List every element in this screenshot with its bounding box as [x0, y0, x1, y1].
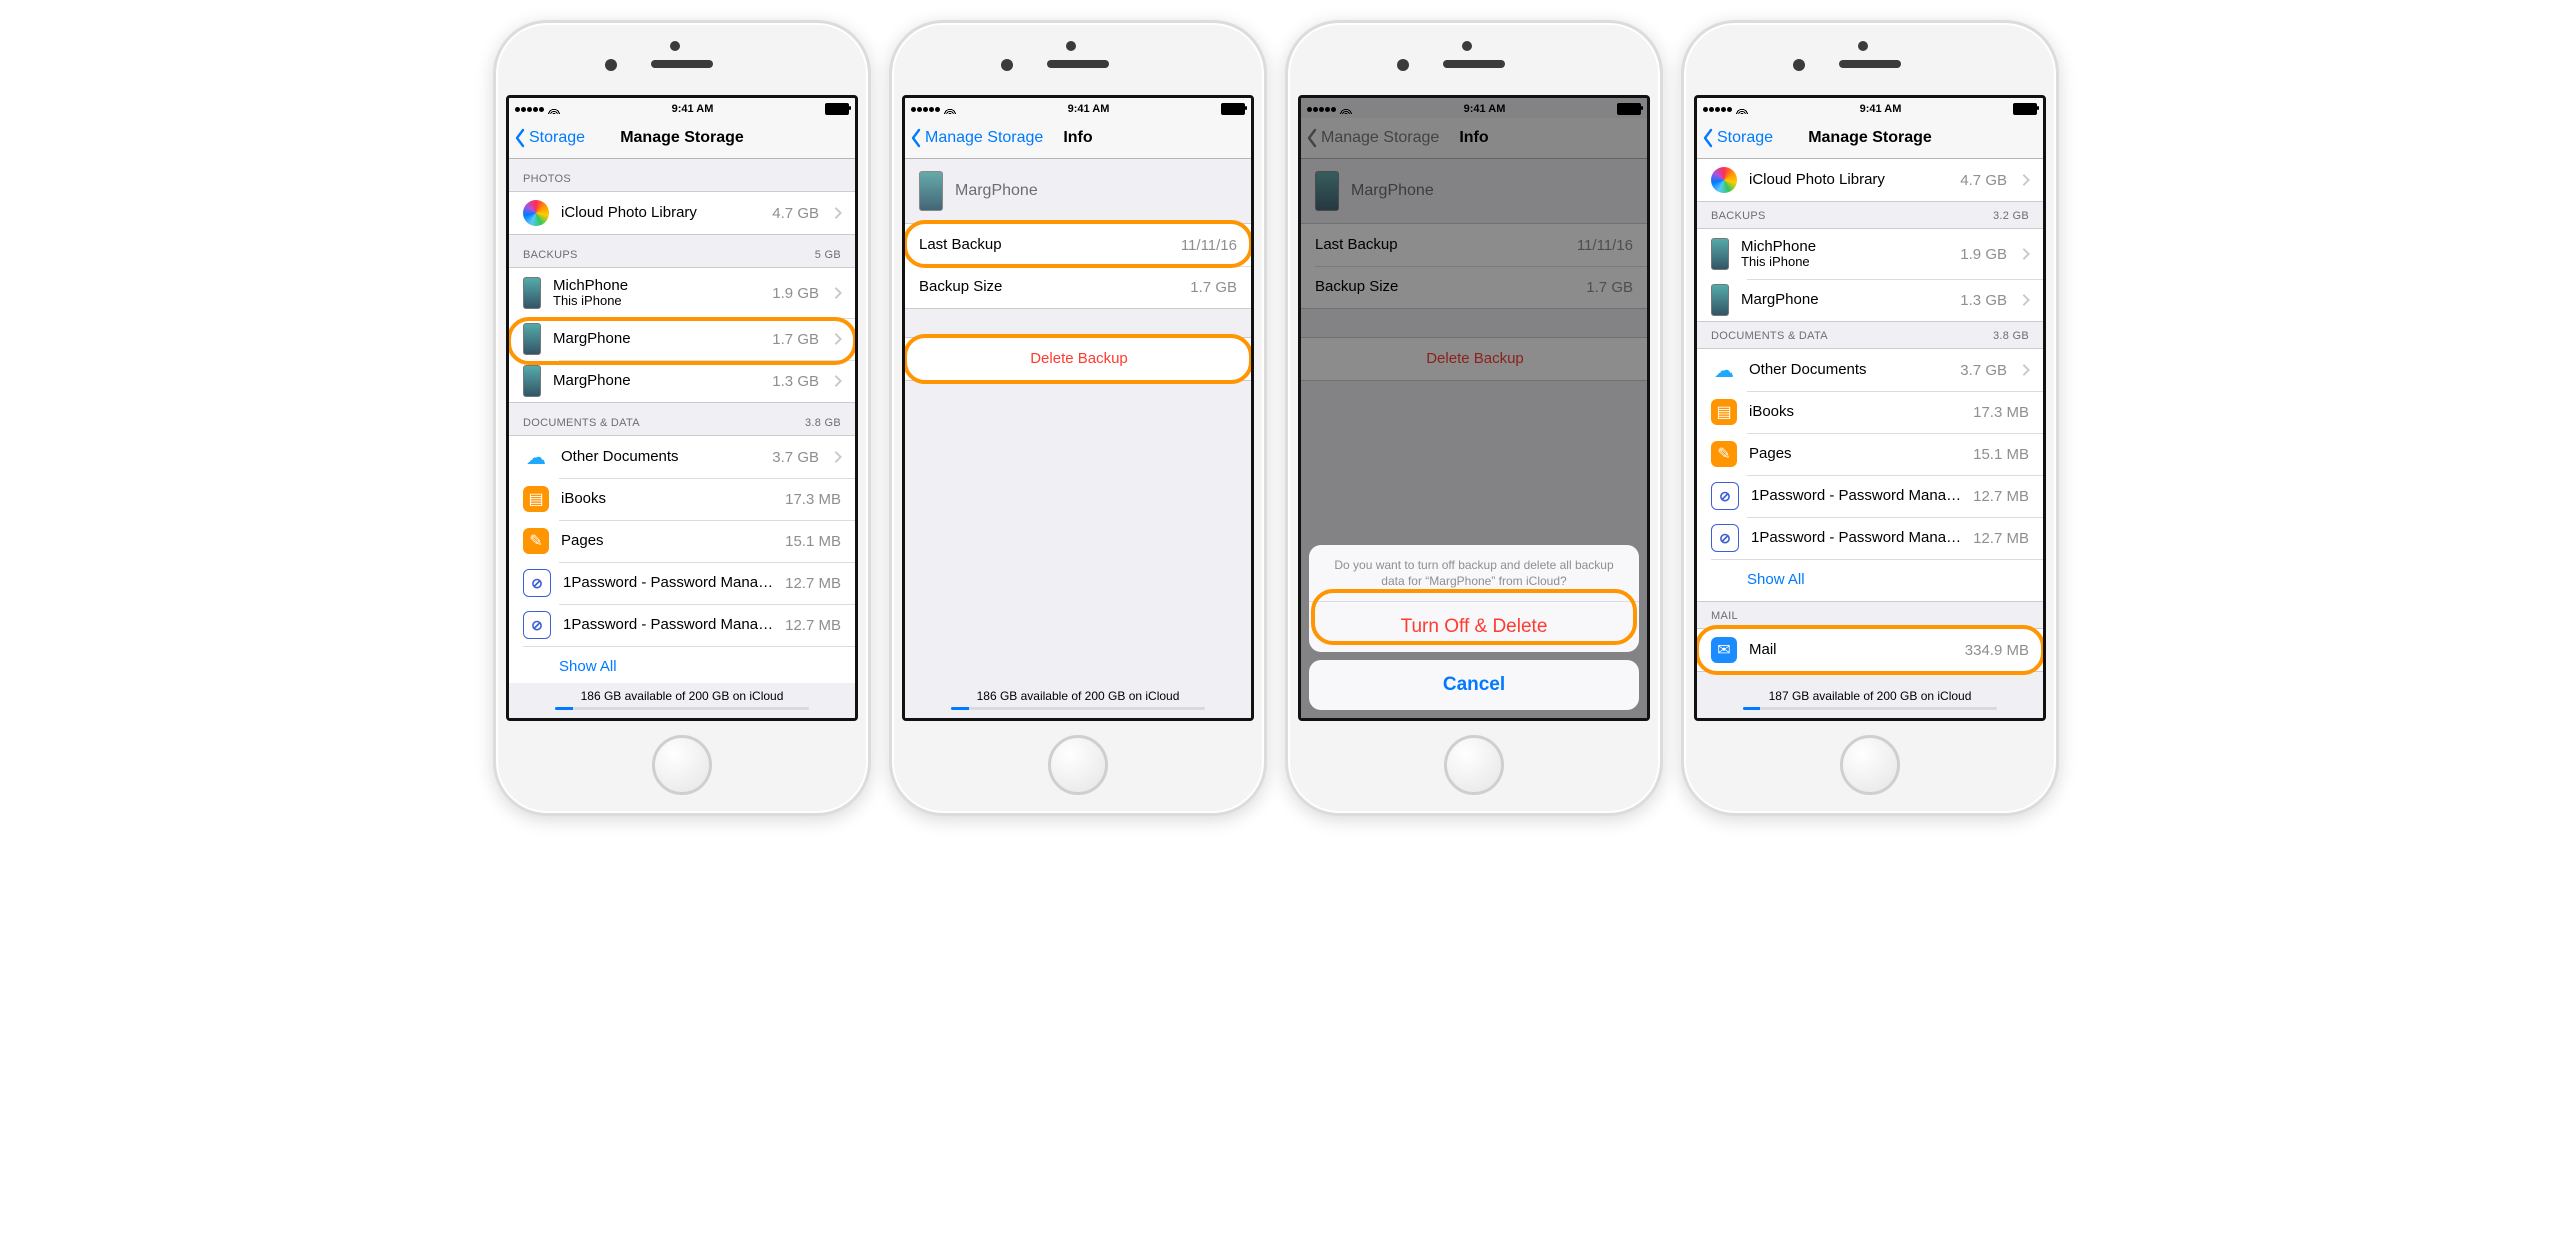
screen-2: 9:41 AM Manage Storage Info MargPhone La… — [902, 95, 1254, 721]
docs-row-pages[interactable]: ✎ Pages 15.1 MB — [509, 520, 855, 562]
row-last-backup: Last Backup 11/11/16 — [905, 224, 1251, 266]
chevron-right-icon — [833, 450, 843, 464]
photos-icon — [523, 200, 549, 226]
docs-row-other[interactable]: ☁ Other Documents 3.7 GB — [509, 436, 855, 478]
backup-row-margphone-1[interactable]: MargPhone 1.7 GB — [509, 318, 855, 360]
onepassword-icon: ⊘ — [523, 611, 551, 639]
section-backups-size: 3.2 GB — [1993, 210, 2029, 222]
phone-icon — [523, 365, 541, 397]
backup-row-michphone[interactable]: MichPhoneThis iPhone 1.9 GB — [509, 268, 855, 318]
row-backup-size: Backup Size 1.7 GB — [905, 266, 1251, 308]
home-button[interactable] — [1444, 735, 1504, 795]
onepassword-icon: ⊘ — [523, 569, 551, 597]
ibooks-icon: ▤ — [1711, 399, 1737, 425]
chevron-left-icon — [1701, 128, 1715, 148]
chevron-right-icon — [833, 206, 843, 220]
backup-row-michphone[interactable]: MichPhoneThis iPhone 1.9 GB — [1697, 229, 2043, 279]
photos-icon — [1711, 167, 1737, 193]
back-button[interactable]: Manage Storage — [909, 118, 1043, 158]
row-icloud-photo-library[interactable]: iCloud Photo Library 4.7 GB — [509, 192, 855, 234]
home-button[interactable] — [1048, 735, 1108, 795]
device-header: MargPhone — [905, 159, 1251, 223]
docs-row-ibooks[interactable]: ▤ iBooks17.3 MB — [1697, 391, 2043, 433]
status-bar: 9:41 AM — [509, 98, 855, 118]
pages-icon: ✎ — [523, 528, 549, 554]
page-title: Manage Storage — [620, 129, 744, 147]
backup-row-margphone[interactable]: MargPhone 1.3 GB — [1697, 279, 2043, 321]
docs-row-1password-a[interactable]: ⊘ 1Password - Password Manager an...12.7… — [1697, 475, 2043, 517]
content-1: PHOTOS iCloud Photo Library 4.7 GB BACKU… — [509, 159, 855, 718]
docs-row-ibooks[interactable]: ▤ iBooks 17.3 MB — [509, 478, 855, 520]
backup-row-margphone-2[interactable]: MargPhone 1.3 GB — [509, 360, 855, 402]
status-bar: 9:41 AM — [905, 98, 1251, 118]
section-docs-size: 3.8 GB — [805, 417, 841, 429]
back-button[interactable]: Storage — [1701, 118, 1773, 158]
sheet-message: Do you want to turn off backup and delet… — [1309, 545, 1639, 602]
section-backups-header: BACKUPS — [523, 249, 578, 261]
phone-icon — [1711, 284, 1729, 316]
docs-row-pages[interactable]: ✎ Pages15.1 MB — [1697, 433, 2043, 475]
status-time: 9:41 AM — [672, 103, 714, 115]
status-time: 9:41 AM — [1068, 103, 1110, 115]
docs-row-1password-b[interactable]: ⊘ 1Password - Password Manager an...12.7… — [1697, 517, 2043, 559]
section-photos-header: PHOTOS — [523, 173, 571, 185]
storage-footer: 187 GB available of 200 GB on iCloud — [1697, 683, 2043, 718]
device-frame-2: 9:41 AM Manage Storage Info MargPhone La… — [889, 20, 1267, 816]
home-button[interactable] — [652, 735, 712, 795]
cancel-button[interactable]: Cancel — [1309, 660, 1639, 710]
device-frame-1: 9:41 AM Storage Manage Storage PHOTOS iC… — [493, 20, 871, 816]
chevron-left-icon — [513, 128, 527, 148]
section-docs-header: DOCUMENTS & DATA — [523, 417, 640, 429]
phone-icon — [1711, 238, 1729, 270]
cloud-icon: ☁ — [523, 444, 549, 470]
page-title: Info — [1063, 129, 1092, 147]
device-frame-3: 9:41 AM Manage Storage Info MargPhone La… — [1285, 20, 1663, 816]
row-icloud-photo-library[interactable]: iCloud Photo Library 4.7 GB — [1697, 159, 2043, 201]
docs-row-1password-a[interactable]: ⊘ 1Password - Password Manager an... 12.… — [509, 562, 855, 604]
phone-icon — [523, 277, 541, 309]
signal-icon — [515, 103, 545, 115]
battery-icon — [825, 103, 849, 115]
delete-backup-button[interactable]: Delete Backup — [905, 338, 1251, 380]
storage-footer: 186 GB available of 200 GB on iCloud — [509, 683, 855, 718]
screen-3: 9:41 AM Manage Storage Info MargPhone La… — [1298, 95, 1650, 721]
chevron-left-icon — [909, 128, 923, 148]
show-all-button[interactable]: Show All — [509, 646, 855, 688]
pages-icon: ✎ — [1711, 441, 1737, 467]
chevron-right-icon — [833, 332, 843, 346]
mail-icon: ✉ — [1711, 637, 1737, 663]
section-backups-header: BACKUPS — [1711, 210, 1766, 222]
cloud-icon: ☁ — [1711, 357, 1737, 383]
device-frame-4: 9:41 AM Storage Manage Storage iCloud Ph… — [1681, 20, 2059, 816]
chevron-right-icon — [833, 286, 843, 300]
docs-row-1password-b[interactable]: ⊘ 1Password - Password Manager an... 12.… — [509, 604, 855, 646]
chevron-right-icon — [2021, 173, 2031, 187]
storage-footer: 186 GB available of 200 GB on iCloud — [905, 683, 1251, 718]
wifi-icon — [548, 105, 560, 114]
status-time: 9:41 AM — [1860, 103, 1902, 115]
phone-icon — [919, 171, 943, 211]
mail-row[interactable]: ✉ Mail 334.9 MB — [1697, 629, 2043, 671]
docs-row-other[interactable]: ☁ Other Documents3.7 GB — [1697, 349, 2043, 391]
chevron-right-icon — [2021, 247, 2031, 261]
phone-icon — [523, 323, 541, 355]
onepassword-icon: ⊘ — [1711, 482, 1739, 510]
chevron-right-icon — [833, 374, 843, 388]
chevron-right-icon — [2021, 293, 2031, 307]
page-title: Manage Storage — [1808, 129, 1932, 147]
show-all-button[interactable]: Show All — [1697, 559, 2043, 601]
screen-1: 9:41 AM Storage Manage Storage PHOTOS iC… — [506, 95, 858, 721]
back-button[interactable]: Storage — [513, 118, 585, 158]
ibooks-icon: ▤ — [523, 486, 549, 512]
section-docs-size: 3.8 GB — [1993, 330, 2029, 342]
navbar: Storage Manage Storage — [509, 118, 855, 159]
section-backups-size: 5 GB — [815, 249, 841, 261]
action-sheet: Do you want to turn off backup and delet… — [1301, 537, 1647, 718]
section-mail-header: MAIL — [1711, 610, 1738, 622]
turn-off-delete-button[interactable]: Turn Off & Delete — [1309, 602, 1639, 652]
screen-4: 9:41 AM Storage Manage Storage iCloud Ph… — [1694, 95, 2046, 721]
onepassword-icon: ⊘ — [1711, 524, 1739, 552]
home-button[interactable] — [1840, 735, 1900, 795]
section-docs-header: DOCUMENTS & DATA — [1711, 330, 1828, 342]
